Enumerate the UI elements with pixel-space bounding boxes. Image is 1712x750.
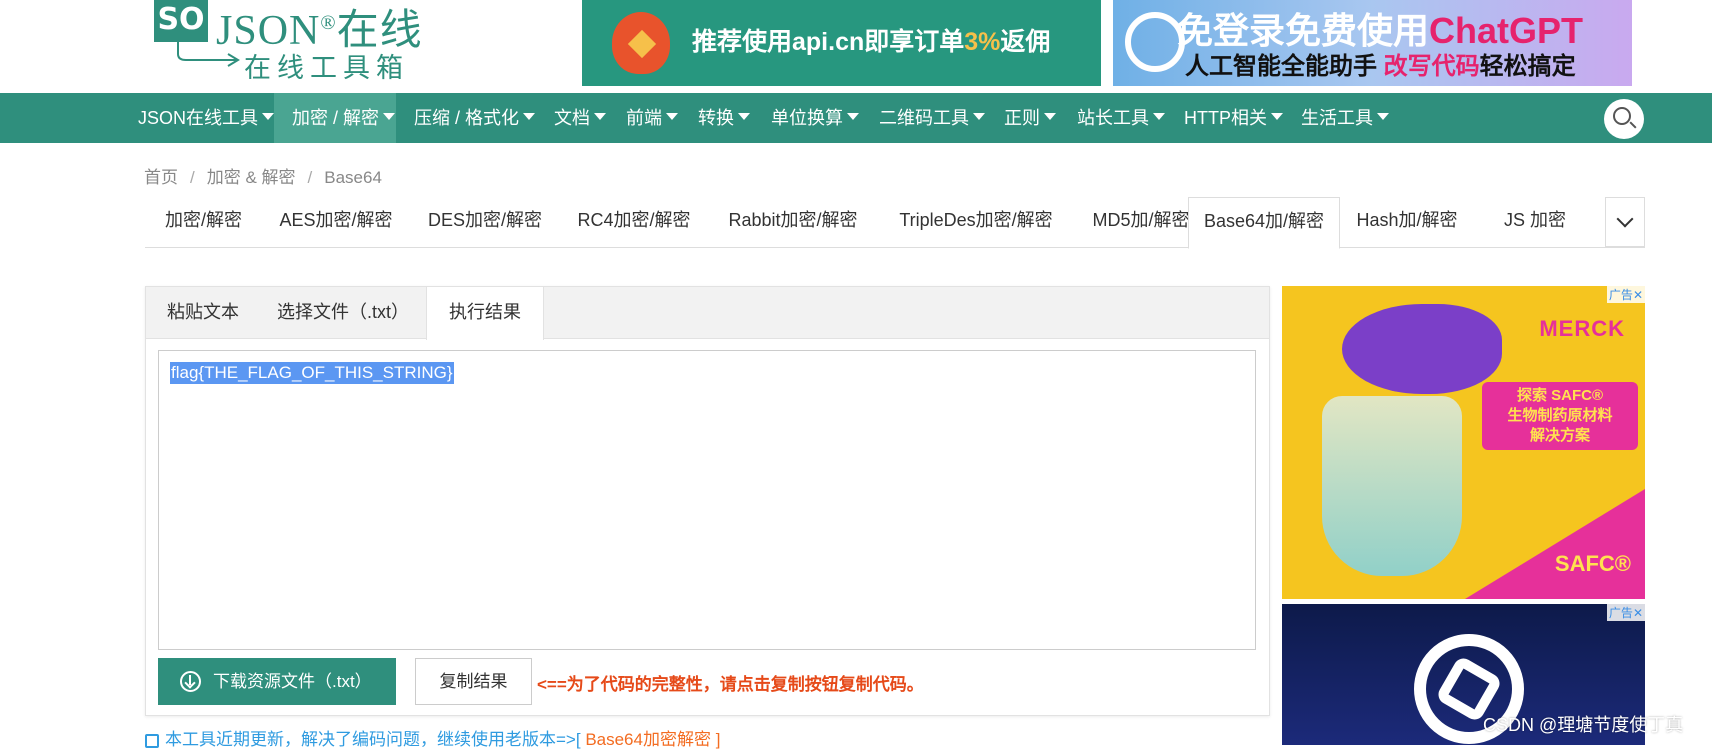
subtab-rc4[interactable]: RC4加密/解密 [561, 197, 707, 248]
caret-down-icon [383, 112, 396, 120]
site-header: SO JSON®在线 在线工具箱 推荐使用api.cn即享订单3%返佣 免登录免… [0, 0, 1712, 93]
nav-item-json-tools[interactable]: JSON在线工具 [132, 93, 275, 143]
nav-item-frontend[interactable]: 前端 [620, 93, 682, 143]
subtab-encrypt-decrypt[interactable]: 加密/解密 [145, 197, 262, 248]
speaker-icon [145, 733, 159, 748]
search-button[interactable] [1604, 99, 1644, 139]
caret-down-icon [666, 112, 678, 120]
ad-label[interactable]: 广告✕ [1606, 286, 1645, 303]
close-icon: ✕ [1632, 606, 1643, 620]
caret-down-icon [1153, 112, 1165, 120]
download-button[interactable]: 下载资源文件（.txt） [158, 658, 396, 705]
update-notice: 本工具近期更新，解决了编码问题，继续使用老版本=>[ Base64加密解密 ] [145, 725, 720, 750]
subtab-hash[interactable]: Hash加/解密 [1342, 197, 1472, 248]
old-version-link[interactable]: Base64加密解密 [585, 730, 711, 749]
tool-panel: 粘贴文本 选择文件（.txt） 执行结果 flag{THE_FLAG_OF_TH… [145, 286, 1270, 716]
close-icon: ✕ [1632, 288, 1643, 302]
subtab-base64[interactable]: Base64加/解密 [1188, 197, 1340, 249]
result-textarea[interactable]: flag{THE_FLAG_OF_THIS_STRING} [158, 350, 1256, 650]
caret-down-icon [1377, 112, 1389, 120]
breadcrumb-current: Base64 [324, 168, 382, 187]
lucky-bag-icon [612, 12, 670, 74]
glove-image [1342, 304, 1502, 394]
tab-select-file[interactable]: 选择文件（.txt） [260, 287, 426, 339]
nav-item-compress-format[interactable]: 压缩 / 格式化 [408, 93, 538, 143]
subtab-js-encrypt[interactable]: JS 加密 [1475, 197, 1595, 248]
subtabs-more-button[interactable] [1605, 197, 1645, 247]
ad-banner-api-text: 推荐使用api.cn即享订单3%返佣 [692, 28, 1051, 56]
copy-hint: <==为了代码的完整性，请点击复制按钮复制代码。 [537, 675, 924, 694]
ad-banner-api[interactable]: 推荐使用api.cn即享订单3%返佣 [582, 0, 1101, 86]
caret-down-icon [1271, 112, 1283, 120]
nav-item-life-tools[interactable]: 生活工具 [1295, 93, 1395, 143]
tab-paste-text[interactable]: 粘贴文本 [146, 287, 260, 339]
nav-item-webmaster[interactable]: 站长工具 [1071, 93, 1171, 143]
breadcrumb-category[interactable]: 加密 & 解密 [207, 168, 296, 187]
main-nav: JSON在线工具 加密 / 解密 压缩 / 格式化 文档 前端 转换 单位换算 … [0, 93, 1712, 143]
caret-down-icon [262, 112, 275, 120]
subtab-rabbit[interactable]: Rabbit加密/解密 [708, 197, 878, 248]
nav-item-qrcode[interactable]: 二维码工具 [873, 93, 991, 143]
download-button-label: 下载资源文件（.txt） [213, 672, 372, 691]
panel-tabs: 粘贴文本 选择文件（.txt） 执行结果 [146, 287, 1269, 340]
breadcrumb: 首页 / 加密 & 解密 / Base64 [144, 168, 382, 187]
tab-result[interactable]: 执行结果 [426, 287, 544, 340]
tool-subtabs: 加密/解密 AES加密/解密 DES加密/解密 RC4加密/解密 Rabbit加… [145, 197, 1645, 249]
subtab-aes[interactable]: AES加密/解密 [263, 197, 409, 248]
nav-item-unit-convert[interactable]: 单位换算 [765, 93, 865, 143]
logo-subtitle: 在线工具箱 [244, 53, 409, 83]
ad-banner-chatgpt[interactable]: 免登录免费使用ChatGPT 人工智能全能助手 改写代码轻松搞定 [1113, 0, 1632, 86]
nav-item-convert[interactable]: 转换 [692, 93, 754, 143]
side-ad-merck[interactable]: MERCK 探索 SAFC® 生物制药原材料 解决方案 SAFC® 广告✕ [1282, 286, 1645, 599]
result-text[interactable]: flag{THE_FLAG_OF_THIS_STRING} [170, 362, 454, 384]
copy-result-button[interactable]: 复制结果 [415, 658, 532, 705]
chevron-down-icon [1616, 210, 1634, 228]
ad-label[interactable]: 广告✕ [1606, 604, 1645, 621]
download-icon [180, 671, 201, 692]
nav-item-regex[interactable]: 正则 [998, 93, 1060, 143]
logo-arrow-icon [177, 38, 240, 67]
csdn-watermark: CSDN @理塘节度使丁真 [1483, 715, 1684, 735]
subtab-des[interactable]: DES加密/解密 [411, 197, 559, 248]
site-logo[interactable]: SO JSON®在线 在线工具箱 [152, 0, 422, 84]
nav-item-http[interactable]: HTTP相关 [1178, 93, 1288, 143]
caret-down-icon [738, 112, 750, 120]
caret-down-icon [594, 112, 606, 120]
caret-down-icon [847, 112, 859, 120]
flask-image [1322, 396, 1462, 576]
safc-promo-box: 探索 SAFC® 生物制药原材料 解决方案 [1482, 382, 1638, 450]
ad-banner-chatgpt-line2: 人工智能全能助手 改写代码轻松搞定 [1185, 53, 1576, 80]
breadcrumb-home[interactable]: 首页 [144, 168, 178, 187]
subtab-tripledes[interactable]: TripleDes加密/解密 [880, 197, 1072, 248]
caret-down-icon [1044, 112, 1056, 120]
caret-down-icon [523, 112, 536, 120]
caret-down-icon [973, 112, 985, 120]
safc-logo: SAFC® [1554, 551, 1631, 576]
nav-item-encrypt-decrypt[interactable]: 加密 / 解密 [274, 93, 396, 143]
merck-logo: MERCK [1539, 316, 1625, 341]
openai-logo-icon [1125, 12, 1185, 72]
nav-item-docs[interactable]: 文档 [548, 93, 610, 143]
